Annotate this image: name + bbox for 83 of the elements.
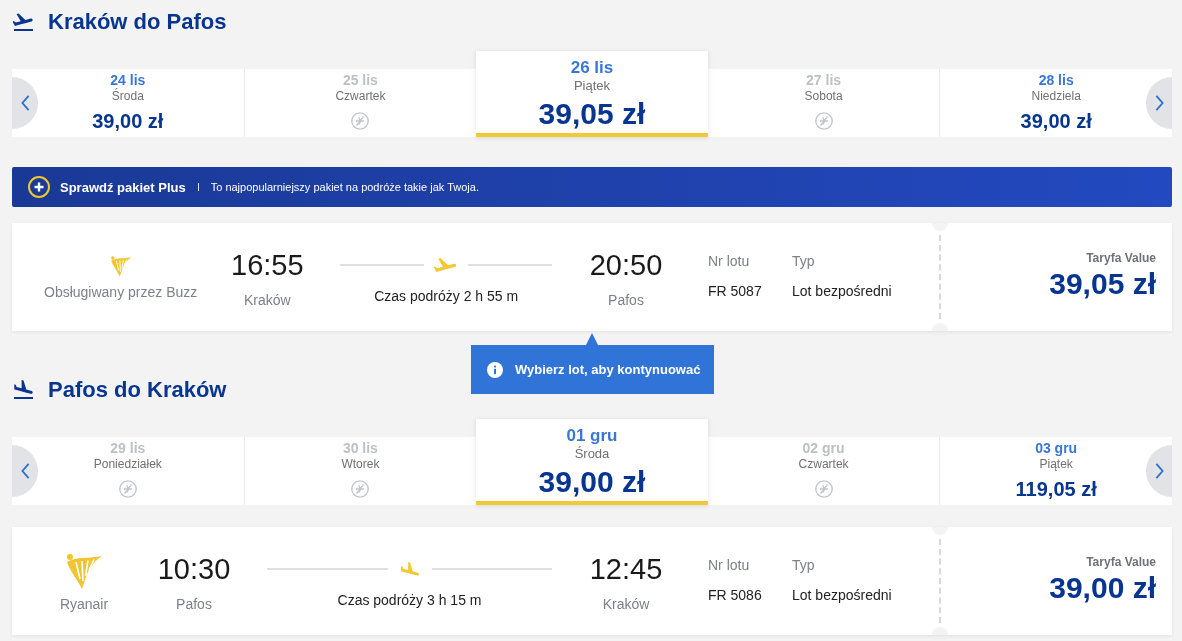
weekday-label: Piątek [573,78,611,94]
price-label: 39,00 zł [92,109,164,134]
flight-number: FR 5086 [708,586,763,605]
section-title: Kraków do Pafos [48,8,227,36]
fare-name: Taryfa Value [1086,554,1156,570]
date-label: 02 gru [802,440,845,456]
no-flights-icon [351,112,370,130]
no-flights-icon [118,480,137,498]
arrival-time: 12:45 [589,552,663,586]
flight-card[interactable]: Obsługiwany przez Buzz 16:55 Kraków Czas podróży 2 h 55 m 20:50 Pafos Nr lotu FR 5087 Typ Lot bezpośredni Taryfa Value 39,05 zł [12,223,1172,331]
date-label: 24 lis [110,72,146,88]
price-label: 39,00 zł [538,464,646,500]
duration-label: Czas podróży 3 h 15 m [337,591,482,610]
ticket-notch [932,627,948,635]
operator-label: Obsługiwany przez Buzz [44,283,198,302]
operator-label: Ryanair [59,595,109,614]
section-title: Pafos do Kraków [48,376,227,404]
fare-name: Taryfa Value [1086,250,1156,266]
date-tab[interactable]: 02 gru Czwartek [707,437,940,505]
no-flights-icon [814,112,833,130]
date-tab[interactable]: 29 lis Poniedziałek [12,437,244,505]
plus-icon [28,176,50,198]
weekday-label: Piątek [1039,456,1073,472]
date-tab[interactable]: 28 lis Niedziela 39,00 zł [939,69,1172,137]
ticket-notch [932,323,948,331]
no-flights-icon [351,480,370,498]
arrival-city: Pafos [608,291,644,310]
date-tab[interactable]: 30 lis Wtorek [243,437,477,505]
promo-title: Sprawdź pakiet Plus [60,179,186,195]
takeoff-plane-icon [13,12,35,32]
date-label: 03 gru [1035,440,1078,456]
date-label: 01 gru [566,426,618,446]
date-label: 27 lis [806,72,842,88]
flight-number-heading: Nr lotu [708,252,751,271]
weekday-label: Środa [111,88,144,104]
flight-type-heading: Typ [792,252,816,271]
flight-type: Lot bezpośredni [792,282,893,301]
date-label: 28 lis [1038,72,1074,88]
plane-icon [434,258,459,272]
date-tab[interactable]: 03 gru Piątek 119,05 zł [939,437,1172,505]
landing-plane-icon [13,380,35,400]
promo-banner[interactable]: Sprawdź pakiet Plus To najpopularniejszy pakiet na podróże takie jak Twoja. [12,167,1172,207]
weekday-label: Poniedziałek [93,456,162,472]
flight-type: Lot bezpośredni [792,586,893,605]
fare-price: 39,00 zł [1049,571,1156,605]
departure-time: 16:55 [231,248,304,282]
weekday-label: Czwartek [798,456,849,472]
weekday-label: Środa [574,446,610,462]
date-tab[interactable]: 24 lis Środa 39,00 zł [12,69,244,137]
chevron-left-icon [20,95,30,111]
no-flights-icon [814,480,833,498]
arrival-time: 20:50 [589,248,663,282]
tooltip-text: Wybierz lot, aby kontynuować [515,362,701,377]
date-label: 29 lis [110,440,146,456]
flight-card[interactable]: Ryanair 10:30 Pafos Czas podróży 3 h 15 m 12:45 Kraków Nr lotu FR 5086 Typ Lot bezpośredni Taryfa Value 39,00 zł [12,527,1172,635]
price-label: 119,05 zł [1015,477,1097,502]
date-tab[interactable]: 27 lis Sobota [707,69,940,137]
flight-number: FR 5087 [708,282,763,301]
price-label: 39,00 zł [1020,109,1092,134]
chevron-right-icon [1154,95,1164,111]
info-icon [487,361,503,378]
weekday-label: Czwartek [335,88,386,104]
arrival-city: Kraków [602,595,650,614]
date-tab[interactable]: 25 lis Czwartek [243,69,477,137]
flight-type-heading: Typ [792,556,816,575]
departure-time: 10:30 [157,552,231,586]
flight-number-heading: Nr lotu [708,556,751,575]
departure-city: Pafos [176,595,212,614]
weekday-label: Niedziela [1031,88,1081,104]
date-label: 25 lis [342,72,378,88]
duration-label: Czas podróży 2 h 55 m [374,287,519,306]
date-tab[interactable]: 01 gru Środa 39,00 zł [476,419,708,505]
price-label: 39,05 zł [538,96,646,132]
date-label: 30 lis [342,440,378,456]
chevron-left-icon [20,463,30,479]
date-label: 26 lis [570,58,614,78]
chevron-right-icon [1154,463,1164,479]
weekday-label: Wtorek [341,456,380,472]
date-tab[interactable]: 26 lis Piątek 39,05 zł [476,51,708,137]
fare-price: 39,05 zł [1049,267,1156,301]
departure-city: Kraków [243,291,291,310]
promo-text: To najpopularniejszy pakiet na podróże takie jak Twoja. [210,181,479,193]
weekday-label: Sobota [804,88,843,104]
